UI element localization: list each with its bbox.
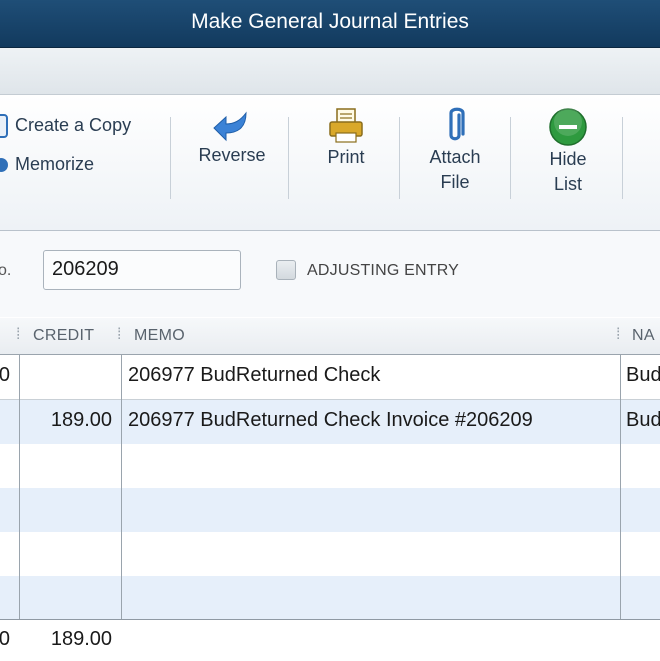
hide-label-line2: List <box>553 174 582 194</box>
reverse-button[interactable]: Reverse <box>186 109 278 168</box>
create-copy-button[interactable]: Create a Copy <box>0 113 131 139</box>
reverse-label: Reverse <box>198 145 266 165</box>
paperclip-icon <box>449 107 465 141</box>
window-title: Make General Journal Entries <box>191 10 469 33</box>
entry-number-label: o. <box>0 262 12 279</box>
column-header-credit[interactable]: CREDIT <box>33 327 94 345</box>
hide-list-button[interactable]: Hide List <box>523 107 613 197</box>
column-line <box>19 354 20 619</box>
adjusting-entry-checkbox[interactable] <box>276 260 296 280</box>
hide-icon <box>549 108 587 146</box>
debit-cell[interactable]: 0 <box>0 364 10 387</box>
attach-file-button[interactable]: Attach File <box>410 107 500 195</box>
column-header-name[interactable]: NA <box>632 327 655 345</box>
name-cell[interactable]: Bud <box>626 364 660 387</box>
grid-header: ⁞ CREDIT ⁞ MEMO ⁞ NA <box>0 318 660 355</box>
create-copy-label: Create a Copy <box>15 114 132 135</box>
copy-icon <box>0 114 8 138</box>
column-divider[interactable]: ⁞ <box>16 326 20 344</box>
toolbar-separator <box>170 117 171 199</box>
name-cell[interactable]: Bud <box>626 409 660 432</box>
adjusting-entry-label: ADJUSTING ENTRY <box>307 262 460 279</box>
toolbar-separator <box>510 117 511 199</box>
print-button[interactable]: Print <box>303 107 389 170</box>
tab-strip <box>0 48 660 95</box>
table-row[interactable] <box>0 576 660 620</box>
table-row[interactable]: 189.00 206977 BudReturned Check Invoice … <box>0 400 660 444</box>
totals-row: 0 189.00 <box>0 619 660 661</box>
print-label: Print <box>327 147 365 167</box>
column-divider[interactable]: ⁞ <box>616 326 620 344</box>
toolbar-separator <box>622 117 623 199</box>
attach-label-line1: Attach <box>429 147 481 167</box>
memo-cell[interactable]: 206977 BudReturned Check Invoice #206209 <box>128 409 533 432</box>
credit-total: 189.00 <box>50 628 112 650</box>
entry-number-field[interactable]: 206209 <box>43 250 241 290</box>
column-line <box>620 354 621 619</box>
memorize-button[interactable]: Memorize <box>0 154 94 175</box>
memorize-icon <box>0 158 8 173</box>
debit-total: 0 <box>0 628 10 650</box>
column-header-memo[interactable]: MEMO <box>134 327 185 345</box>
toolbar-separator <box>399 117 400 199</box>
credit-cell[interactable]: 189.00 <box>51 409 112 432</box>
memo-cell[interactable]: 206977 BudReturned Check <box>128 364 380 387</box>
column-divider[interactable]: ⁞ <box>117 326 121 344</box>
column-line <box>121 354 122 619</box>
reverse-arrow-icon <box>213 111 247 142</box>
table-row[interactable]: 0 206977 BudReturned Check Bud <box>0 355 660 399</box>
table-row[interactable] <box>0 444 660 488</box>
table-row[interactable] <box>0 488 660 532</box>
toolbar: Create a Copy Memorize Reverse Print Att… <box>0 95 660 231</box>
hide-label-line1: Hide <box>549 149 587 169</box>
toolbar-separator <box>288 117 289 199</box>
window-titlebar: Make General Journal Entries <box>0 0 660 48</box>
attach-label-line2: File <box>440 172 470 192</box>
table-row[interactable] <box>0 532 660 576</box>
printer-icon <box>329 108 363 143</box>
memorize-label: Memorize <box>15 154 95 174</box>
